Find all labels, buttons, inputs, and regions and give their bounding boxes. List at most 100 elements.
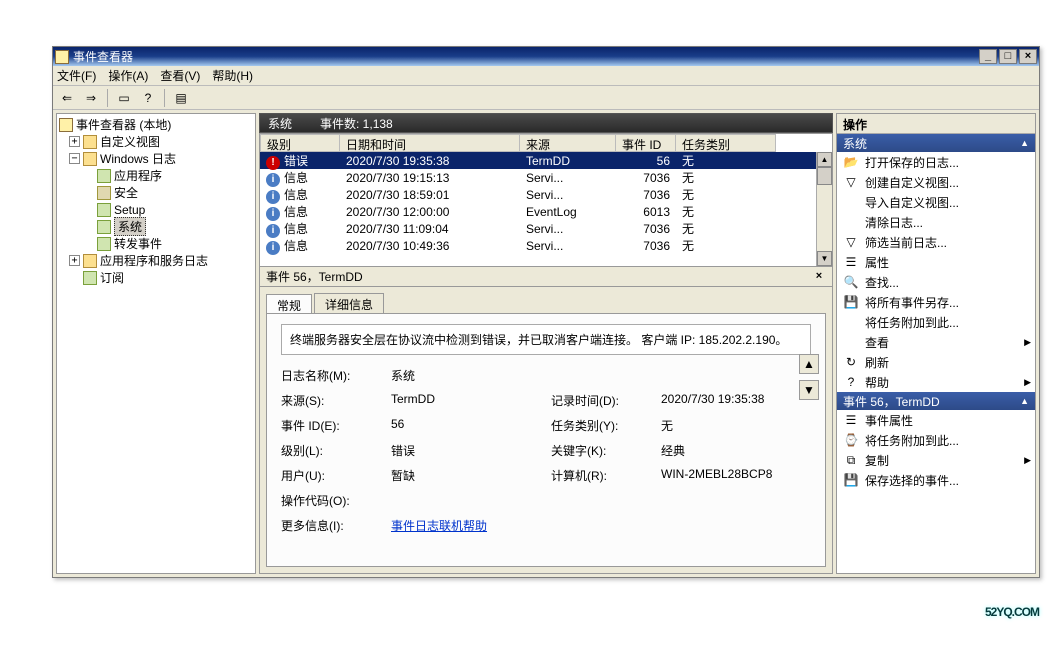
col-eid[interactable]: 事件 ID [616, 134, 676, 152]
viewer-icon [59, 118, 73, 132]
filter-icon: ▽ [843, 174, 859, 190]
chevron-up-icon: ▲ [1020, 396, 1029, 406]
col-dt[interactable]: 日期和时间 [340, 134, 520, 152]
menu-file[interactable]: 文件(F) [57, 67, 96, 84]
action-view-submenu[interactable]: 查看▶ [837, 332, 1035, 352]
detail-close-button[interactable]: × [812, 270, 826, 284]
col-level[interactable]: 级别 [260, 134, 340, 152]
table-row[interactable]: i信息2020/7/30 19:15:13Servi...7036无 [260, 169, 832, 186]
table-row[interactable]: i信息2020/7/30 10:49:36Servi...7036无 [260, 237, 832, 254]
value-keyword: 经典 [661, 442, 826, 459]
value-source: TermDD [391, 392, 541, 409]
minimize-button[interactable]: _ [979, 49, 997, 64]
tree-subscriptions[interactable]: 订阅 [100, 269, 124, 286]
filter-icon: ▽ [843, 234, 859, 250]
tree-windows-logs[interactable]: Windows 日志 [100, 150, 176, 167]
actions-group-system[interactable]: 系统▲ [837, 134, 1035, 152]
label-opcode: 操作代码(O): [281, 492, 381, 509]
label-moreinfo: 更多信息(I): [281, 517, 381, 534]
task-icon: ⌚ [843, 432, 859, 448]
log-icon [97, 203, 111, 217]
prev-event-button[interactable]: ▲ [799, 354, 819, 374]
scroll-thumb[interactable] [817, 167, 832, 185]
tree-security[interactable]: 安全 [114, 184, 138, 201]
menu-ops[interactable]: 操作(A) [108, 67, 148, 84]
action-create-custom-view[interactable]: ▽创建自定义视图... [837, 172, 1035, 192]
tree-custom-views[interactable]: 自定义视图 [100, 133, 160, 150]
collapse-icon[interactable]: − [69, 153, 80, 164]
menu-view[interactable]: 查看(V) [160, 67, 200, 84]
action-attach-task-log[interactable]: 将任务附加到此... [837, 312, 1035, 332]
detail-title: 事件 56，TermDD [266, 268, 363, 285]
label-rectime: 记录时间(D): [551, 392, 651, 409]
action-help[interactable]: ?帮助▶ [837, 372, 1035, 392]
value-log: 系统 [391, 367, 541, 384]
label-log: 日志名称(M): [281, 367, 381, 384]
maximize-button[interactable]: □ [999, 49, 1017, 64]
tree-pane[interactable]: 事件查看器 (本地) + 自定义视图 − Windows 日志 应用程序 安全 Se… [56, 113, 256, 574]
tab-general[interactable]: 常规 [266, 294, 312, 314]
table-row[interactable]: !错误2020/7/30 19:35:38TermDD56无 [260, 152, 832, 169]
tree-setup[interactable]: Setup [114, 203, 145, 217]
nav-fwd-button[interactable]: ⇒ [81, 88, 101, 108]
table-row[interactable]: i信息2020/7/30 12:00:00EventLog6013无 [260, 203, 832, 220]
chevron-right-icon: ▶ [1024, 377, 1031, 388]
scroll-down-button[interactable]: ▼ [817, 251, 832, 266]
label-level: 级别(L): [281, 442, 381, 459]
folder-icon [83, 135, 97, 149]
copy-icon: ⧉ [843, 452, 859, 468]
online-help-link[interactable]: 事件日志联机帮助 [391, 517, 541, 534]
value-user: 暂缺 [391, 467, 541, 484]
tab-details[interactable]: 详细信息 [314, 293, 384, 313]
menu-help[interactable]: 帮助(H) [212, 67, 253, 84]
log-icon [83, 271, 97, 285]
expand-icon[interactable]: + [69, 255, 80, 266]
action-clear-log[interactable]: 清除日志... [837, 212, 1035, 232]
titlebar[interactable]: 事件查看器 _ □ × [53, 47, 1039, 66]
tree-app-services[interactable]: 应用程序和服务日志 [100, 252, 208, 269]
action-save-selected[interactable]: 💾保存选择的事件... [837, 470, 1035, 490]
scroll-up-button[interactable]: ▲ [817, 152, 832, 167]
col-task[interactable]: 任务类别 [676, 134, 776, 152]
nav-back-button[interactable]: ⇐ [57, 88, 77, 108]
expand-icon[interactable]: + [69, 136, 80, 147]
action-attach-task-event[interactable]: ⌚将任务附加到此... [837, 430, 1035, 450]
label-task: 任务类别(Y): [551, 417, 651, 434]
action-properties[interactable]: ☰属性 [837, 252, 1035, 272]
action-open-saved-log[interactable]: 📂打开保存的日志... [837, 152, 1035, 172]
action-save-all[interactable]: 💾将所有事件另存... [837, 292, 1035, 312]
action-refresh[interactable]: ↻刷新 [837, 352, 1035, 372]
window-title: 事件查看器 [73, 48, 979, 65]
folder-icon [83, 152, 97, 166]
folder-open-icon: 📂 [843, 154, 859, 170]
action-filter-log[interactable]: ▽筛选当前日志... [837, 232, 1035, 252]
toolbar-scope-button[interactable]: ▭ [114, 88, 134, 108]
tree-system[interactable]: 系统 [114, 217, 146, 236]
log-icon [97, 169, 111, 183]
event-viewer-window: 事件查看器 _ □ × 文件(F) 操作(A) 查看(V) 帮助(H) ⇐ ⇒ … [52, 46, 1040, 578]
grid-header[interactable]: 级别日期和时间来源事件 ID任务类别 [260, 134, 832, 152]
col-src[interactable]: 来源 [520, 134, 616, 152]
table-row[interactable]: i信息2020/7/30 18:59:01Servi...7036无 [260, 186, 832, 203]
action-event-properties[interactable]: ☰事件属性 [837, 410, 1035, 430]
tree-root[interactable]: 事件查看器 (本地) [76, 116, 171, 133]
close-button[interactable]: × [1019, 49, 1037, 64]
tree-forward[interactable]: 转发事件 [114, 235, 162, 252]
action-find[interactable]: 🔍查找... [837, 272, 1035, 292]
grid-body[interactable]: !错误2020/7/30 19:35:38TermDD56无i信息2020/7/… [260, 152, 832, 266]
event-message: 终端服务器安全层在协议流中检测到错误，并已取消客户端连接。 客户端 IP: 18… [281, 324, 811, 355]
toolbar-help-button[interactable]: ? [138, 88, 158, 108]
events-grid[interactable]: 级别日期和时间来源事件 ID任务类别 !错误2020/7/30 19:35:38… [259, 133, 833, 267]
scrollbar[interactable]: ▲ ▼ [816, 152, 832, 266]
toolbar-detail-button[interactable]: ▤ [171, 88, 191, 108]
value-task: 无 [661, 417, 826, 434]
action-copy[interactable]: ⧉复制▶ [837, 450, 1035, 470]
actions-group-event[interactable]: 事件 56，TermDD▲ [837, 392, 1035, 410]
chevron-right-icon: ▶ [1024, 337, 1031, 348]
tree-application[interactable]: 应用程序 [114, 167, 162, 184]
log-icon [97, 220, 111, 234]
table-row[interactable]: i信息2020/7/30 11:09:04Servi...7036无 [260, 220, 832, 237]
action-import-custom-view[interactable]: 导入自定义视图... [837, 192, 1035, 212]
next-event-button[interactable]: ▼ [799, 380, 819, 400]
chevron-right-icon: ▶ [1024, 455, 1031, 466]
